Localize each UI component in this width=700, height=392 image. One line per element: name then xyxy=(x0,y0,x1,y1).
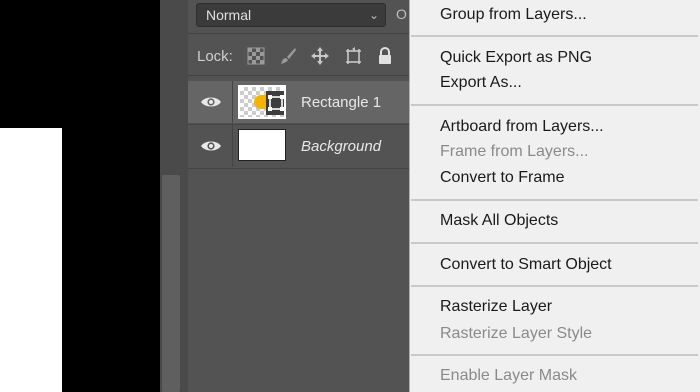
menu-item-frame-from-layers: Frame from Layers... xyxy=(440,143,589,160)
menu-item-enable-layer-mask: Enable Layer Mask xyxy=(440,367,577,384)
layer-thumbnail[interactable] xyxy=(238,85,286,119)
menu-item-quick-export-png[interactable]: Quick Export as PNG xyxy=(440,49,592,67)
panel-scroll-gutter xyxy=(160,0,188,392)
menu-separator xyxy=(411,285,698,287)
menu-separator xyxy=(411,199,698,201)
menu-separator xyxy=(411,35,698,37)
divider xyxy=(188,33,410,34)
menu-separator xyxy=(411,242,698,244)
lock-image-pixels-icon[interactable] xyxy=(278,46,298,66)
menu-item-artboard-from-layers[interactable]: Artboard from Layers... xyxy=(440,118,604,136)
blend-mode-select[interactable]: Normal ⌄ xyxy=(196,3,386,27)
layer-row[interactable]: Rectangle 1 xyxy=(188,81,410,123)
context-menu: Group from Layers... Quick Export as PNG… xyxy=(409,0,700,392)
menu-separator xyxy=(411,354,698,356)
lock-position-icon[interactable] xyxy=(310,46,330,66)
scrollbar-thumb[interactable] xyxy=(162,175,180,392)
menu-item-group-from-layers[interactable]: Group from Layers... xyxy=(440,6,587,24)
lock-all-icon[interactable] xyxy=(375,46,395,66)
menu-item-convert-to-frame[interactable]: Convert to Frame xyxy=(440,169,564,187)
layers-panel: Normal ⌄ O Lock: Rectangle 1 Background xyxy=(160,0,410,392)
blend-mode-value: Normal xyxy=(206,7,252,23)
menu-item-rasterize-layer-style: Rasterize Layer Style xyxy=(440,325,593,342)
visibility-eye-icon[interactable] xyxy=(200,138,222,154)
menu-item-rasterize-layer[interactable]: Rasterize Layer xyxy=(440,298,552,316)
document-canvas[interactable] xyxy=(0,0,160,392)
layer-thumbnail[interactable] xyxy=(238,129,286,161)
divider xyxy=(188,168,410,169)
chevron-down-icon: ⌄ xyxy=(368,8,379,22)
divider xyxy=(188,75,410,76)
canvas-white-area xyxy=(0,128,62,392)
menu-item-export-as[interactable]: Export As... xyxy=(440,74,522,92)
layer-row[interactable]: Background xyxy=(188,125,410,167)
layer-name[interactable]: Rectangle 1 xyxy=(301,94,381,111)
lock-transparent-pixels-icon[interactable] xyxy=(246,46,266,66)
divider xyxy=(232,81,233,123)
lock-label: Lock: xyxy=(197,48,233,65)
smart-object-icon xyxy=(266,91,284,115)
menu-separator xyxy=(411,104,698,106)
opacity-label: O xyxy=(396,6,407,22)
menu-item-mask-all-objects[interactable]: Mask All Objects xyxy=(440,212,558,230)
layer-name[interactable]: Background xyxy=(301,138,381,155)
menu-item-convert-to-smart-object[interactable]: Convert to Smart Object xyxy=(440,256,612,274)
lock-artboard-icon[interactable] xyxy=(343,46,363,66)
visibility-eye-icon[interactable] xyxy=(200,94,222,110)
divider xyxy=(232,125,233,167)
